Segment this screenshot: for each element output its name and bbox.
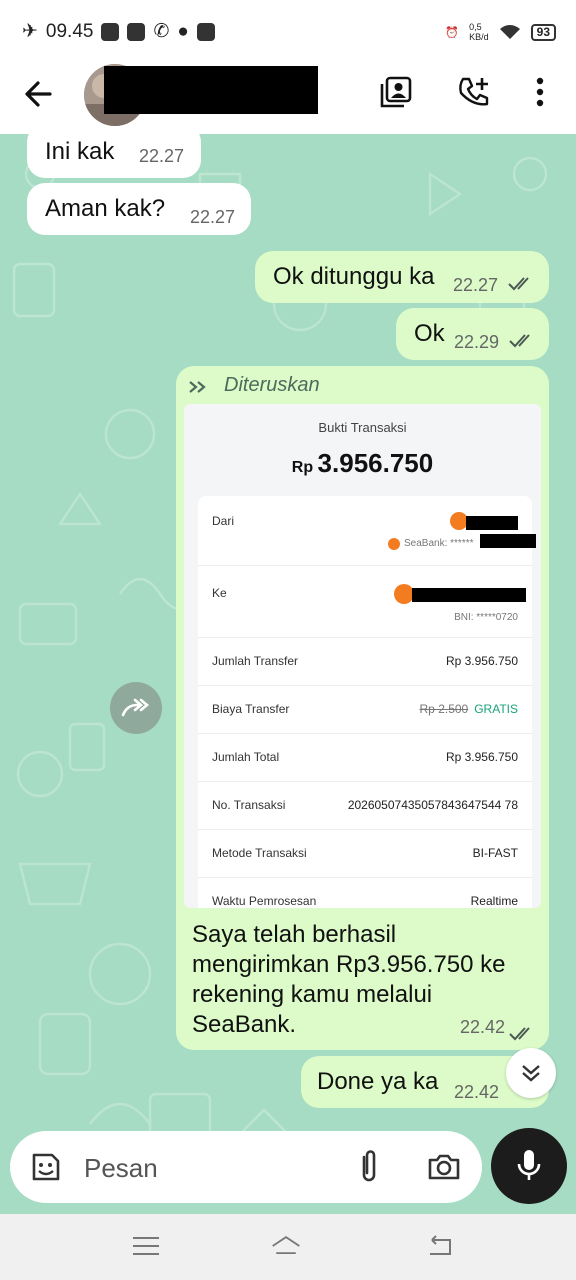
forward-icon bbox=[189, 381, 206, 393]
read-receipt-icon bbox=[508, 277, 529, 291]
status-time: 09.45 bbox=[45, 20, 94, 42]
microphone-icon bbox=[517, 1150, 541, 1180]
row-value: Rp 3.956.750 bbox=[445, 750, 518, 764]
from-bank: SeaBank: ****** bbox=[404, 538, 474, 549]
chat-notification-icon: ● bbox=[177, 20, 189, 42]
contact-name-redacted[interactable] bbox=[104, 66, 318, 114]
row-label: No. Transaksi bbox=[212, 798, 286, 812]
row-label: Waktu Pemrosesan bbox=[212, 894, 317, 908]
scroll-to-bottom-button[interactable] bbox=[506, 1048, 556, 1098]
receipt-row-from: Dari SeaBank: ****** bbox=[198, 496, 536, 566]
message-time: 22.29 bbox=[454, 332, 500, 352]
message-text: Aman kak? bbox=[45, 195, 166, 222]
double-chevron-down-icon bbox=[522, 1065, 540, 1082]
receipt-row: Jumlah Total Rp 3.956.750 bbox=[198, 734, 532, 782]
receipt-currency: Rp bbox=[291, 459, 314, 476]
chat-header bbox=[0, 60, 576, 134]
message-text: Ini kak bbox=[45, 138, 115, 165]
nav-back-icon[interactable] bbox=[424, 1232, 456, 1260]
row-label: Jumlah Total bbox=[212, 750, 280, 764]
forward-share-button[interactable] bbox=[110, 682, 162, 734]
sender-name-redacted bbox=[466, 516, 518, 530]
row-value: Rp 3.956.750 bbox=[445, 654, 518, 668]
app-notification-icon bbox=[196, 22, 215, 41]
message-text: Ok bbox=[414, 320, 445, 347]
message-input[interactable]: Pesan bbox=[84, 1153, 158, 1184]
camera-icon[interactable] bbox=[426, 1149, 462, 1185]
missed-call-icon: ✆ bbox=[153, 21, 170, 42]
recipient-avatar-icon bbox=[394, 584, 414, 604]
message-text: Ok ditunggu ka bbox=[273, 263, 435, 290]
receipt-amount-value: 3.956.750 bbox=[317, 448, 434, 478]
fee-free-label: GRATIS bbox=[474, 702, 518, 716]
to-bank: BNI: *****0720 bbox=[454, 612, 518, 623]
attach-icon[interactable] bbox=[354, 1149, 384, 1185]
receipt-row: No. Transaksi 20260507435057843647544 78 bbox=[198, 782, 532, 830]
voice-record-button[interactable] bbox=[491, 1128, 567, 1204]
message-bubble-outgoing[interactable]: Ok ditunggu ka 22.27 bbox=[255, 251, 549, 303]
receipt-details-card: Dari SeaBank: ****** Ke BNI: *****0720 J… bbox=[198, 496, 536, 908]
notification-icon bbox=[101, 22, 120, 41]
message-bubble-incoming[interactable]: Aman kak? 22.27 bbox=[27, 183, 251, 235]
add-call-icon[interactable] bbox=[454, 72, 494, 112]
message-composer[interactable]: Pesan bbox=[10, 1131, 482, 1203]
wifi-icon bbox=[499, 25, 520, 39]
sticker-emoji-icon[interactable] bbox=[28, 1149, 64, 1185]
net-unit: KB/d bbox=[469, 32, 489, 42]
receipt-row: Waktu Pemrosesan Realtime bbox=[198, 878, 532, 908]
recipient-name-redacted bbox=[412, 588, 526, 602]
status-bar: ✈ 09.45 ✆ ● ⏰ 0,5 KB/d 93 bbox=[0, 0, 576, 60]
chat-area[interactable]: Ini kak 22.27 Aman kak? 22.27 Ok ditungg… bbox=[0, 134, 576, 1214]
back-arrow-icon[interactable] bbox=[20, 74, 60, 114]
read-receipt-icon bbox=[509, 334, 530, 348]
airplane-icon: ✈ bbox=[22, 21, 38, 42]
row-label: Biaya Transfer bbox=[212, 702, 290, 716]
row-value: Realtime bbox=[470, 894, 518, 908]
row-value: Rp 2.500 GRATIS bbox=[420, 702, 518, 716]
forwarded-label: Diteruskan bbox=[224, 374, 320, 396]
receipt-row-to: Ke BNI: *****0720 bbox=[198, 566, 532, 638]
contact-card-icon[interactable] bbox=[376, 72, 416, 112]
battery-indicator: 93 bbox=[530, 23, 556, 41]
receipt-row: Biaya Transfer Rp 2.500 GRATIS bbox=[198, 686, 532, 734]
message-time: 22.42 bbox=[459, 1017, 505, 1037]
message-bubble-incoming[interactable]: Ini kak 22.27 bbox=[27, 134, 201, 178]
menu-icon[interactable] bbox=[130, 1232, 162, 1260]
from-label: Dari bbox=[212, 514, 235, 528]
row-value: BI-FAST bbox=[472, 846, 518, 860]
home-icon[interactable] bbox=[270, 1232, 302, 1260]
share-arrow-icon bbox=[121, 698, 150, 717]
to-label: Ke bbox=[212, 586, 227, 600]
message-time: 22.27 bbox=[139, 146, 185, 166]
row-label: Jumlah Transfer bbox=[212, 654, 299, 668]
system-navigation-bar bbox=[0, 1214, 576, 1280]
alarm-icon: ⏰ bbox=[445, 26, 460, 39]
sender-account-redacted bbox=[480, 534, 536, 548]
receipt-row: Jumlah Transfer Rp 3.956.750 bbox=[198, 638, 532, 686]
more-options-icon[interactable] bbox=[520, 72, 560, 112]
receipt-title: Bukti Transaksi bbox=[318, 420, 407, 435]
receipt-amount: Rp 3.956.750 bbox=[184, 448, 541, 479]
message-text: Done ya ka bbox=[317, 1068, 439, 1095]
message-time: 22.42 bbox=[454, 1082, 500, 1102]
message-time: 22.27 bbox=[453, 275, 499, 295]
seabank-logo-icon bbox=[388, 538, 400, 550]
compass-icon bbox=[127, 22, 146, 41]
message-bubble-outgoing[interactable]: Ok 22.29 bbox=[396, 308, 549, 360]
read-receipt-icon bbox=[509, 1027, 530, 1041]
row-value: 20260507435057843647544 78 bbox=[347, 798, 518, 812]
receipt-image[interactable]: Bukti Transaksi Rp 3.956.750 Dari SeaBan… bbox=[184, 404, 541, 908]
row-label: Metode Transaksi bbox=[212, 846, 307, 860]
forwarded-message-bubble[interactable]: Diteruskan Bukti Transaksi Rp 3.956.750 … bbox=[176, 366, 549, 1050]
message-time: 22.27 bbox=[190, 207, 236, 227]
net-speed: 0,5 bbox=[469, 22, 482, 32]
receipt-row: Metode Transaksi BI-FAST bbox=[198, 830, 532, 878]
fee-strikethrough: Rp 2.500 bbox=[419, 702, 469, 716]
